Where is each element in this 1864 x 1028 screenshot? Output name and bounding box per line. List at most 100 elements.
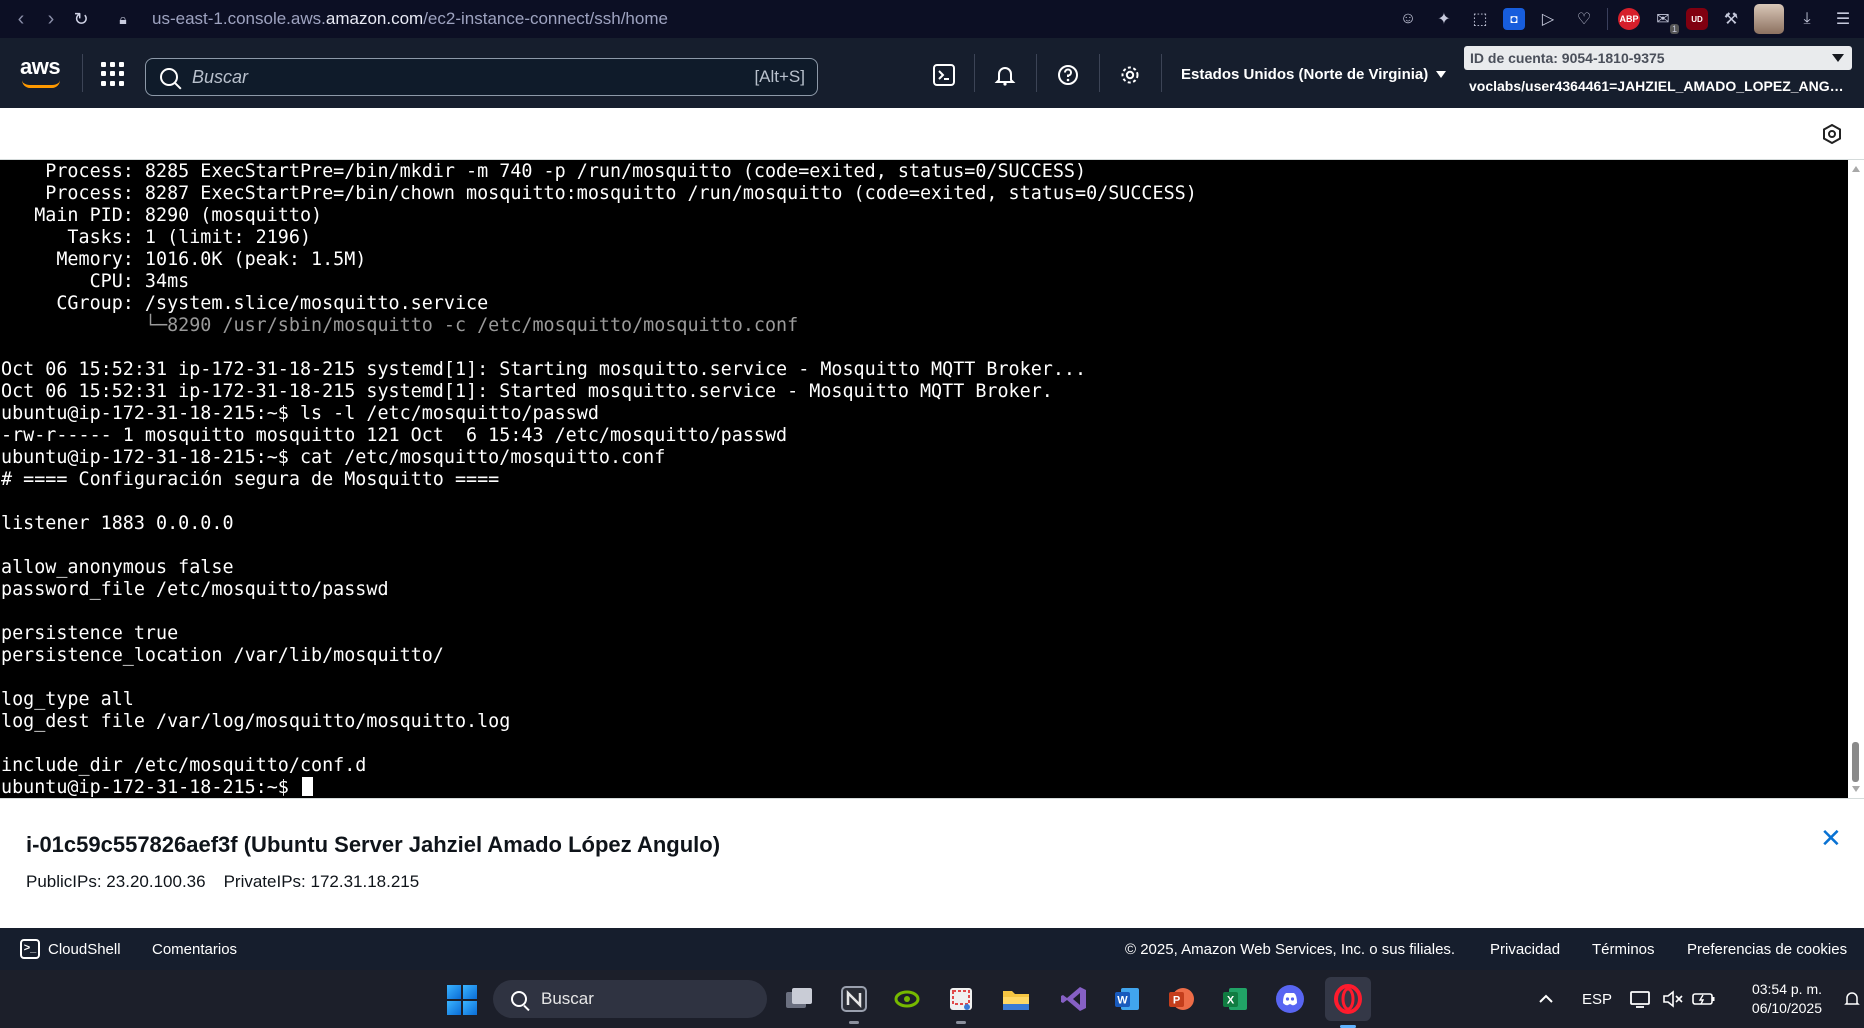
discord-icon[interactable]: [1272, 981, 1308, 1017]
ublock-icon[interactable]: UD: [1686, 8, 1708, 30]
terminal-line: log_dest file /var/log/mosquitto/mosquit…: [1, 711, 511, 732]
terminal-line: Oct 06 15:52:31 ip-172-31-18-215 systemd…: [1, 381, 1053, 402]
console-search[interactable]: [Alt+S]: [145, 58, 818, 96]
aws-console-footer: >_ CloudShell Comentarios © 2025, Amazon…: [0, 928, 1864, 970]
word-icon[interactable]: W: [1109, 981, 1145, 1017]
services-grid-icon[interactable]: [101, 62, 125, 86]
powerpoint-icon[interactable]: P: [1163, 981, 1199, 1017]
network-icon[interactable]: [1630, 970, 1652, 1028]
region-label: Estados Unidos (Norte de Virginia): [1181, 66, 1429, 83]
task-view-icon[interactable]: [781, 981, 817, 1017]
terminal-line: Process: 8285 ExecStartPre=/bin/mkdir -m…: [1, 161, 1087, 182]
terminal-line: CPU: 34ms: [1, 271, 190, 292]
privacy-link[interactable]: Privacidad: [1490, 941, 1560, 958]
terminal-scrollbar[interactable]: [1848, 160, 1864, 798]
forward-button[interactable]: ›: [36, 4, 66, 34]
terminal-line: Main PID: 8290 (mosquitto): [1, 205, 323, 226]
excel-icon[interactable]: X: [1217, 981, 1253, 1017]
taskbar-search[interactable]: Buscar: [493, 980, 767, 1018]
taskbar-clock[interactable]: 03:54 p. m. 06/10/2025: [1752, 980, 1822, 1018]
opera-icon[interactable]: [1325, 977, 1371, 1028]
snapshot-icon[interactable]: ⬚: [1467, 6, 1493, 32]
cloudshell-icon[interactable]: [931, 62, 957, 88]
terminal-line: Memory: 1016.0K (peak: 1.5M): [1, 249, 367, 270]
search-input[interactable]: [192, 66, 755, 88]
battery-icon[interactable]: [1692, 970, 1716, 1028]
language-indicator[interactable]: ESP: [1582, 970, 1612, 1028]
taskbar-search-label: Buscar: [541, 989, 594, 1008]
snipping-tool-icon[interactable]: [943, 981, 979, 1024]
scrollbar-thumb[interactable]: [1852, 742, 1859, 782]
bell-icon[interactable]: [992, 62, 1018, 88]
settings-hex-icon[interactable]: [1822, 123, 1842, 145]
heart-icon[interactable]: ♡: [1571, 6, 1597, 32]
lock-icon[interactable]: 🔒︎: [108, 4, 138, 34]
account-user[interactable]: voclabs/user4364461=JAHZIEL_AMADO_LOPEZ_…: [1469, 78, 1844, 94]
browser-toolbar: ‹ › ↻ 🔒︎ us-east-1.console.aws. amazon.co…: [0, 0, 1864, 38]
menu-icon[interactable]: ☰: [1830, 6, 1856, 32]
terminal-line: listener 1883 0.0.0.0: [1, 513, 234, 534]
terminal-line: CGroup: /system.slice/mosquitto.service: [1, 293, 489, 314]
terminal-line: log_type all: [1, 689, 134, 710]
caret-down-icon: [1436, 71, 1447, 78]
comments-link[interactable]: Comentarios: [152, 941, 237, 958]
instance-ips: PublicIPs: 23.20.100.36 PrivateIPs: 172.…: [26, 872, 419, 892]
ssh-terminal[interactable]: Process: 8285 ExecStartPre=/bin/mkdir -m…: [0, 160, 1864, 798]
notification-icon[interactable]: [1844, 970, 1860, 1028]
aws-logo-icon[interactable]: aws: [20, 54, 64, 90]
terminal-line: ubuntu@ip-172-31-18-215:~$ cat /etc/mosq…: [1, 447, 666, 468]
terminal-line: allow_anonymous false: [1, 557, 234, 578]
cookie-preferences-link[interactable]: Preferencias de cookies: [1687, 941, 1847, 958]
download-icon[interactable]: ⤓: [1794, 6, 1820, 32]
search-icon: [511, 991, 527, 1007]
header-divider: [974, 54, 975, 92]
cloudshell-icon[interactable]: >_: [20, 939, 40, 959]
region-selector[interactable]: Estados Unidos (Norte de Virginia): [1181, 66, 1447, 83]
account-menu[interactable]: ID de cuenta: 9054-1810-9375: [1464, 46, 1852, 70]
terms-link[interactable]: Términos: [1592, 941, 1655, 958]
header-divider: [82, 54, 83, 92]
profile-avatar[interactable]: [1754, 4, 1784, 34]
terminal-prompt-line[interactable]: ubuntu@ip-172-31-18-215:~$: [1, 777, 1197, 798]
address-bar[interactable]: us-east-1.console.aws. amazon.com/ec2-ins…: [152, 4, 668, 34]
terminal-line: -rw-r----- 1 mosquitto mosquitto 121 Oct…: [1, 425, 788, 446]
scroll-down-icon[interactable]: [1852, 786, 1860, 792]
cloudshell-link[interactable]: CloudShell: [48, 941, 121, 958]
running-indicator: [849, 1021, 859, 1024]
shield-icon[interactable]: ◘: [1503, 8, 1525, 30]
help-icon[interactable]: [1055, 62, 1081, 88]
windows-start-icon[interactable]: [447, 985, 477, 1015]
volume-muted-icon[interactable]: [1662, 970, 1684, 1028]
header-divider: [1161, 54, 1162, 92]
windows-taskbar: Buscar W P X ESP 03:54 p. m. 06/10/2025: [0, 970, 1864, 1028]
file-explorer-icon[interactable]: [998, 981, 1034, 1017]
terminal-line: Oct 06 15:52:31 ip-172-31-18-215 systemd…: [1, 359, 1087, 380]
tray-overflow-icon[interactable]: [1538, 970, 1554, 1028]
copyright-text: © 2025, Amazon Web Services, Inc. o sus …: [1125, 941, 1456, 958]
reload-button[interactable]: ↻: [66, 4, 96, 34]
pin-icon[interactable]: ✦: [1431, 6, 1457, 32]
extension-badge-icon[interactable]: ✉ 1: [1650, 6, 1679, 34]
header-divider: [1099, 54, 1100, 92]
scroll-up-icon[interactable]: [1852, 166, 1860, 172]
terminal-line: Process: 8287 ExecStartPre=/bin/chown mo…: [1, 183, 1197, 204]
smiley-icon[interactable]: ☺: [1395, 6, 1421, 32]
gear-icon[interactable]: [1117, 62, 1143, 88]
nvidia-icon[interactable]: [889, 981, 925, 1017]
visual-studio-icon[interactable]: [1056, 981, 1092, 1017]
notion-icon[interactable]: [836, 981, 872, 1024]
search-shortcut: [Alt+S]: [754, 67, 805, 86]
back-button[interactable]: ‹: [6, 4, 36, 34]
url-prefix: us-east-1.console.aws.: [152, 9, 326, 28]
toolbar-divider: [1607, 8, 1608, 30]
close-icon[interactable]: ✕: [1820, 825, 1842, 851]
public-ips: PublicIPs: 23.20.100.36: [26, 872, 206, 891]
account-id: ID de cuenta: 9054-1810-9375: [1470, 50, 1665, 66]
puzzle-icon[interactable]: ⚒: [1718, 6, 1744, 32]
send-icon[interactable]: ▷: [1535, 6, 1561, 32]
adblock-icon[interactable]: ABP: [1618, 8, 1640, 30]
